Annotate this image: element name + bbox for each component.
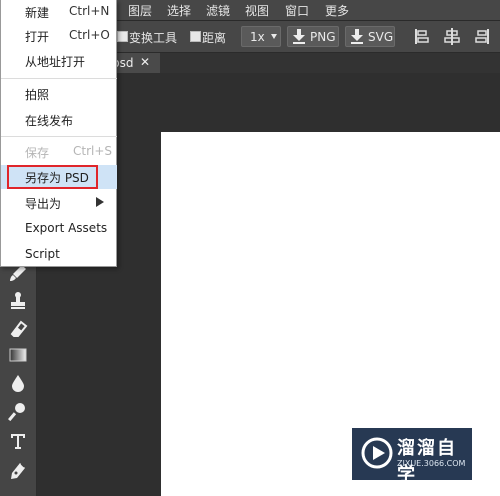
gradient-icon[interactable] [8, 345, 28, 365]
align-right-icon[interactable] [474, 28, 490, 45]
menu-view[interactable]: 视图 [245, 2, 269, 19]
file-menu-dropdown: 新建 Ctrl+N 打开 Ctrl+O 从地址打开 拍照 在线发布 保存 Ctr… [0, 0, 117, 267]
close-icon[interactable]: ✕ [140, 55, 150, 69]
menu-item-shortcut: Ctrl+N [69, 4, 110, 18]
eraser-icon[interactable] [8, 318, 28, 338]
menu-select[interactable]: 选择 [167, 2, 191, 19]
menu-item-new[interactable]: 新建 Ctrl+N [1, 0, 117, 24]
menu-item-label: Script [25, 247, 60, 261]
pen-icon[interactable] [8, 461, 28, 481]
stamp-icon[interactable] [8, 290, 28, 310]
menu-item-label: 从地址打开 [25, 55, 86, 69]
distance-label: 距离 [202, 31, 227, 45]
menu-separator [1, 78, 117, 79]
menu-item-label: 新建 [25, 6, 50, 20]
highlight-callout-box [7, 165, 98, 189]
distance-checkbox[interactable] [190, 31, 201, 42]
dodge-icon[interactable] [8, 401, 28, 422]
download-icon [350, 28, 364, 47]
svg-label: SVG [368, 30, 394, 44]
menu-item-export-as[interactable]: 导出为 [1, 191, 117, 215]
transform-label: 变换工具 [129, 31, 178, 45]
export-png-button[interactable]: PNG [287, 26, 339, 47]
menu-filter[interactable]: 滤镜 [206, 2, 230, 19]
menu-item-shortcut: Ctrl+O [69, 28, 110, 42]
play-logo-icon [360, 436, 394, 473]
menu-item-open-from-url[interactable]: 从地址打开 [1, 49, 117, 73]
download-icon [292, 28, 306, 47]
menu-window[interactable]: 窗口 [285, 2, 309, 19]
zoom-value: 1x [250, 30, 265, 44]
menu-more[interactable]: 更多 [325, 2, 349, 19]
export-svg-button[interactable]: SVG [345, 26, 395, 47]
caret-down-icon [271, 34, 277, 39]
menu-item-export-assets[interactable]: Export Assets [1, 217, 117, 241]
menu-item-label: 打开 [25, 30, 50, 44]
align-center-icon[interactable] [444, 28, 460, 45]
menu-item-label: 保存 [25, 146, 50, 160]
menu-item-script[interactable]: Script [1, 243, 117, 267]
menu-item-label: 导出为 [25, 197, 62, 211]
submenu-arrow-icon [96, 196, 104, 210]
watermark-url: ZIXUE.3066.COM [397, 459, 466, 468]
menu-item-label: 拍照 [25, 88, 50, 102]
menu-item-shortcut: Ctrl+S [73, 144, 113, 158]
menu-item-publish-online[interactable]: 在线发布 [1, 108, 117, 132]
menu-item-open[interactable]: 打开 Ctrl+O [1, 24, 117, 48]
watermark: 溜溜自学 ZIXUE.3066.COM [352, 428, 472, 485]
menu-item-label: Export Assets [25, 221, 108, 235]
menu-item-save: 保存 Ctrl+S [1, 140, 117, 164]
menu-item-take-photo[interactable]: 拍照 [1, 82, 117, 106]
png-label: PNG [310, 30, 336, 44]
zoom-select[interactable]: 1x [241, 26, 281, 47]
align-left-icon[interactable] [414, 28, 430, 45]
menu-layer[interactable]: 图层 [128, 2, 152, 19]
menu-item-label: 在线发布 [25, 114, 74, 128]
blur-drop-icon[interactable] [8, 373, 28, 393]
menu-separator [1, 136, 117, 137]
transform-checkbox[interactable] [117, 31, 128, 42]
text-icon[interactable] [8, 431, 28, 451]
